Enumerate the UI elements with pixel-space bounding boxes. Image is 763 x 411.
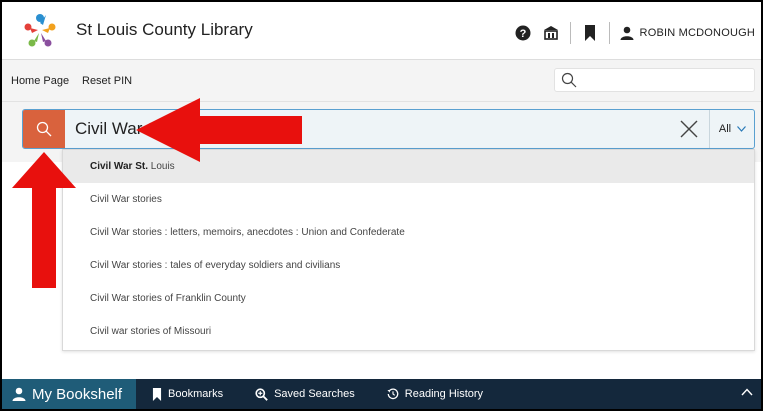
search-submit-button[interactable] [23, 110, 65, 148]
header-search-input[interactable] [554, 68, 755, 92]
nav-link-reset-pin[interactable]: Reset PIN [82, 75, 132, 87]
header-divider [569, 22, 571, 44]
tab-my-bookshelf[interactable]: My Bookshelf [2, 379, 137, 409]
tab-label: Saved Searches [274, 388, 355, 400]
suggestion-text: Civil War stories of Franklin County [90, 293, 246, 304]
tab-reading-history[interactable]: Reading History [371, 379, 499, 409]
suggestion-text: Civil War stories : letters, memoirs, an… [90, 227, 405, 238]
suggestion-item[interactable]: Civil War stories : letters, memoirs, an… [63, 216, 754, 249]
suggestion-item[interactable]: Civil War stories of Franklin County [63, 282, 754, 315]
user-icon [620, 26, 634, 40]
header-divider [608, 22, 610, 44]
search-suggestions: Civil War St. Louis Civil War stories Civi… [62, 149, 755, 351]
tab-bookmarks[interactable]: Bookmarks [136, 379, 239, 409]
nav-link-home-page[interactable]: Home Page [11, 75, 69, 87]
suggestion-text: Civil War stories : tales of everyday so… [90, 260, 341, 271]
tab-label: Bookmarks [168, 388, 224, 400]
tab-label: My Bookshelf [32, 385, 123, 403]
library-logo[interactable] [20, 11, 60, 51]
nav-bar: Home Page Reset PIN [2, 60, 761, 102]
chevron-up-icon[interactable] [741, 388, 753, 396]
search-scope-select[interactable]: All [709, 110, 755, 148]
library-building-icon[interactable] [542, 24, 560, 42]
suggestion-text: Louis [147, 161, 175, 172]
chevron-down-icon [737, 126, 747, 132]
annotation-arrow-up [12, 152, 76, 288]
header-bar: St Louis County Library ? ROBIN MCDONOUG… [2, 2, 761, 60]
header-tools: ? ROBIN MCDONOUGH [514, 22, 755, 44]
clear-search-icon[interactable] [679, 119, 699, 139]
tab-label: Reading History [404, 388, 484, 400]
search-icon [36, 121, 52, 137]
question-circle-icon[interactable]: ? [514, 24, 532, 42]
history-icon [387, 388, 399, 400]
suggestion-text: Civil War stories [90, 194, 162, 205]
app-window: St Louis County Library ? ROBIN MCDONOUG… [2, 2, 761, 409]
search-icon [561, 72, 577, 88]
catalog-search-box: Civil War St. All [22, 109, 755, 149]
suggestion-item[interactable]: Civil war stories of Missouri [63, 315, 754, 348]
suggestion-item[interactable]: Civil War stories : tales of everyday so… [63, 249, 754, 282]
suggestion-item[interactable]: Civil War stories [63, 183, 754, 216]
site-title[interactable]: St Louis County Library [76, 20, 253, 40]
bookshelf-bar: My Bookshelf Bookmarks Saved Searches Re… [2, 379, 761, 409]
bookmark-icon [152, 387, 162, 401]
zoom-in-icon [255, 387, 268, 401]
bookmark-icon[interactable] [581, 24, 599, 42]
annotation-arrow-left [136, 98, 302, 162]
suggestion-match-text: Civil War St. [90, 161, 148, 172]
user-menu[interactable]: ROBIN MCDONOUGH [620, 26, 755, 40]
search-scope-value: All [718, 123, 732, 135]
suggestion-text: Civil war stories of Missouri [90, 326, 212, 337]
user-name: ROBIN MCDONOUGH [639, 27, 755, 39]
user-icon [12, 387, 26, 401]
tab-saved-searches[interactable]: Saved Searches [239, 379, 371, 409]
svg-text:?: ? [519, 28, 526, 40]
